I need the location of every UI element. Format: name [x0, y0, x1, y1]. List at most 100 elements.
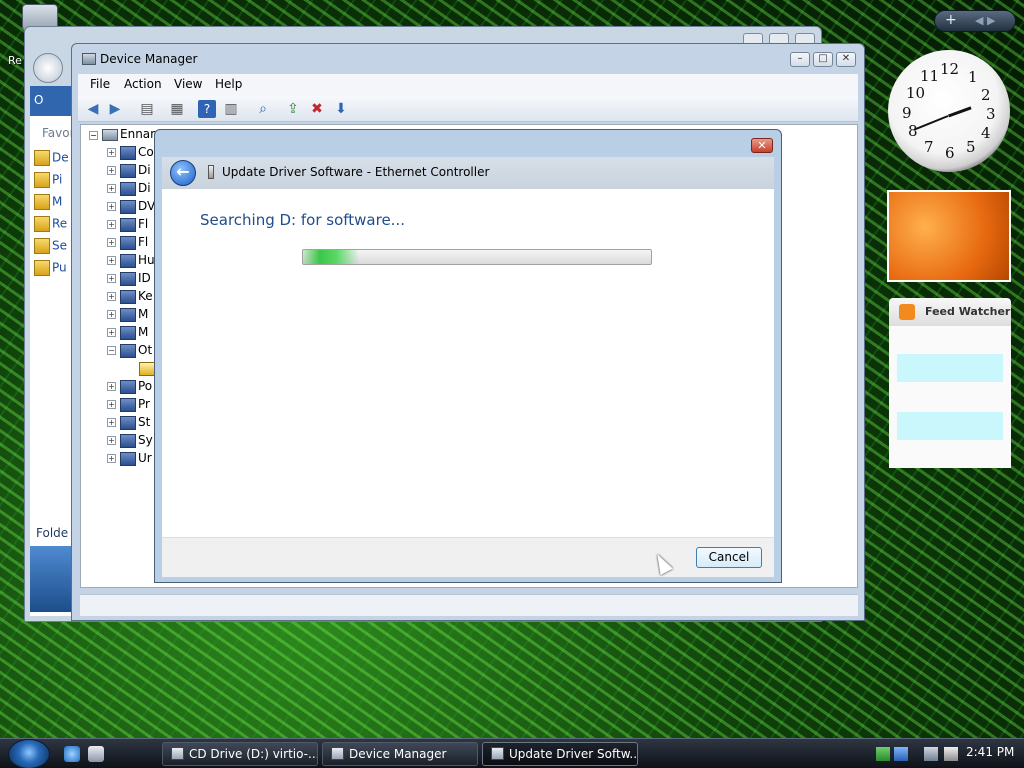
internet-explorer-icon[interactable] [64, 746, 80, 762]
usb-controller-icon [120, 451, 136, 466]
close-button[interactable]: ✕ [836, 52, 856, 67]
recent-icon [34, 216, 50, 232]
tree-item[interactable]: + Di [107, 181, 151, 197]
menu-file[interactable]: File [90, 77, 110, 91]
menu-view[interactable]: View [174, 77, 202, 91]
network-icon[interactable] [894, 747, 908, 761]
tree-item[interactable]: − Ot [107, 343, 152, 359]
taskbar: CD Drive (D:) virtio-... Device Manager … [0, 738, 1024, 768]
nav-link[interactable]: De [34, 150, 76, 166]
nav-link[interactable]: Pu [34, 260, 76, 276]
update-driver-dialog[interactable]: ✕ ← Update Driver Software - Ethernet Co… [154, 129, 782, 583]
tree-root[interactable]: − Ennar [89, 127, 155, 141]
volume-muted-icon[interactable] [944, 747, 958, 761]
scan-hardware-icon[interactable]: ⌕ [254, 100, 272, 118]
floppy-controller-icon [120, 217, 136, 232]
menu-bar: File Action View Help [78, 74, 858, 96]
add-gadget-button[interactable]: + [945, 12, 957, 28]
clock-number: 10 [906, 84, 926, 102]
tree-item[interactable]: + Di [107, 163, 151, 179]
tree-item[interactable]: + Sy [107, 433, 153, 449]
feed-watcher-body [889, 326, 1011, 468]
clock-number: 12 [940, 60, 960, 78]
cd-drive-icon [171, 747, 184, 760]
organize-banner[interactable]: O [30, 86, 76, 116]
rss-icon [899, 304, 915, 320]
dialog-title: Update Driver Software - Ethernet Contro… [222, 165, 490, 179]
computer-icon [102, 128, 118, 141]
display-adapter-icon [120, 181, 136, 196]
tree-item[interactable]: + Ke [107, 289, 153, 305]
monitor-icon [120, 325, 136, 340]
back-arrow-icon[interactable]: ◀ [84, 100, 102, 118]
network-status-icon[interactable] [924, 747, 938, 761]
processor-icon [120, 397, 136, 412]
feed-item[interactable] [897, 354, 1003, 382]
cancel-button[interactable]: Cancel [696, 547, 762, 568]
tree-item[interactable]: + Fl [107, 235, 148, 251]
task-button-cd-drive[interactable]: CD Drive (D:) virtio-... [162, 742, 318, 766]
task-button-device-manager[interactable]: Device Manager [322, 742, 478, 766]
recycle-bin-label: Re [8, 54, 22, 67]
tree-item[interactable]: + Hu [107, 253, 155, 269]
folder-icon [34, 260, 50, 276]
back-nav-button[interactable] [33, 53, 63, 83]
keyboard-icon [120, 289, 136, 304]
tree-item[interactable]: + DV [107, 199, 155, 215]
tree-item[interactable]: + ID [107, 271, 151, 287]
clock-number: 1 [968, 68, 978, 86]
ports-icon [120, 379, 136, 394]
start-button[interactable] [8, 739, 50, 768]
nav-link[interactable]: Re [34, 216, 76, 232]
tree-item[interactable]: + Ur [107, 451, 152, 467]
taskbar-clock[interactable]: 2:41 PM [966, 745, 1014, 759]
uninstall-icon[interactable]: ✖ [308, 100, 326, 118]
clock-gadget[interactable]: 12 1 2 3 4 5 6 7 8 9 10 11 [888, 50, 1010, 172]
nav-link[interactable]: Pi [34, 172, 76, 188]
feed-watcher-header[interactable]: Feed Watcher [889, 298, 1011, 326]
maximize-button[interactable]: □ [813, 52, 833, 67]
human-interface-icon [120, 253, 136, 268]
feed-watcher-title: Feed Watcher [925, 305, 1011, 318]
ide-controller-icon [120, 271, 136, 286]
floppy-drive-icon [120, 235, 136, 250]
search-icon [34, 238, 50, 254]
tree-item[interactable]: + M [107, 307, 148, 323]
dialog-footer: Cancel [162, 537, 774, 577]
clock-number: 9 [902, 104, 912, 122]
slideshow-gadget-image[interactable] [887, 190, 1011, 282]
update-driver-icon [491, 747, 504, 760]
tree-item[interactable]: + Po [107, 379, 152, 395]
tree-item[interactable]: + St [107, 415, 150, 431]
tree-item[interactable]: + Pr [107, 397, 150, 413]
tree-item[interactable]: + M [107, 325, 148, 341]
help-icon[interactable]: ? [198, 100, 216, 118]
system-devices-icon [120, 433, 136, 448]
menu-action[interactable]: Action [124, 77, 162, 91]
properties-icon[interactable]: ▦ [168, 100, 186, 118]
gadget-nav-arrows-icon[interactable]: ◀ ▶ [975, 14, 995, 27]
menu-help[interactable]: Help [215, 77, 242, 91]
forward-arrow-icon[interactable]: ▶ [106, 100, 124, 118]
minimize-button[interactable]: – [790, 52, 810, 67]
back-button[interactable]: ← [170, 160, 196, 186]
dialog-close-button[interactable]: ✕ [751, 138, 773, 153]
tree-item[interactable]: + Co [107, 145, 154, 161]
clock-number: 4 [981, 124, 991, 142]
nav-link[interactable]: M [34, 194, 76, 210]
disable-device-icon[interactable]: ⬇ [332, 100, 350, 118]
device-icon [208, 165, 214, 179]
feed-item[interactable] [897, 412, 1003, 440]
view-icon[interactable]: ▥ [222, 100, 240, 118]
console-tree-icon[interactable]: ▤ [138, 100, 156, 118]
tree-item[interactable]: + Fl [107, 217, 148, 233]
clock-number: 11 [920, 67, 940, 85]
task-button-update-driver[interactable]: Update Driver Softw... [482, 742, 638, 766]
update-driver-icon[interactable]: ⇪ [284, 100, 302, 118]
show-desktop-icon[interactable] [88, 746, 104, 762]
computer-icon [120, 145, 136, 160]
folders-label[interactable]: Folde [36, 526, 68, 540]
toolbar: ◀ ▶ ▤ ▦ ? ▥ ⌕ ⇪ ✖ ⬇ [78, 96, 858, 122]
nav-link[interactable]: Se [34, 238, 76, 254]
safely-remove-icon[interactable] [876, 747, 890, 761]
